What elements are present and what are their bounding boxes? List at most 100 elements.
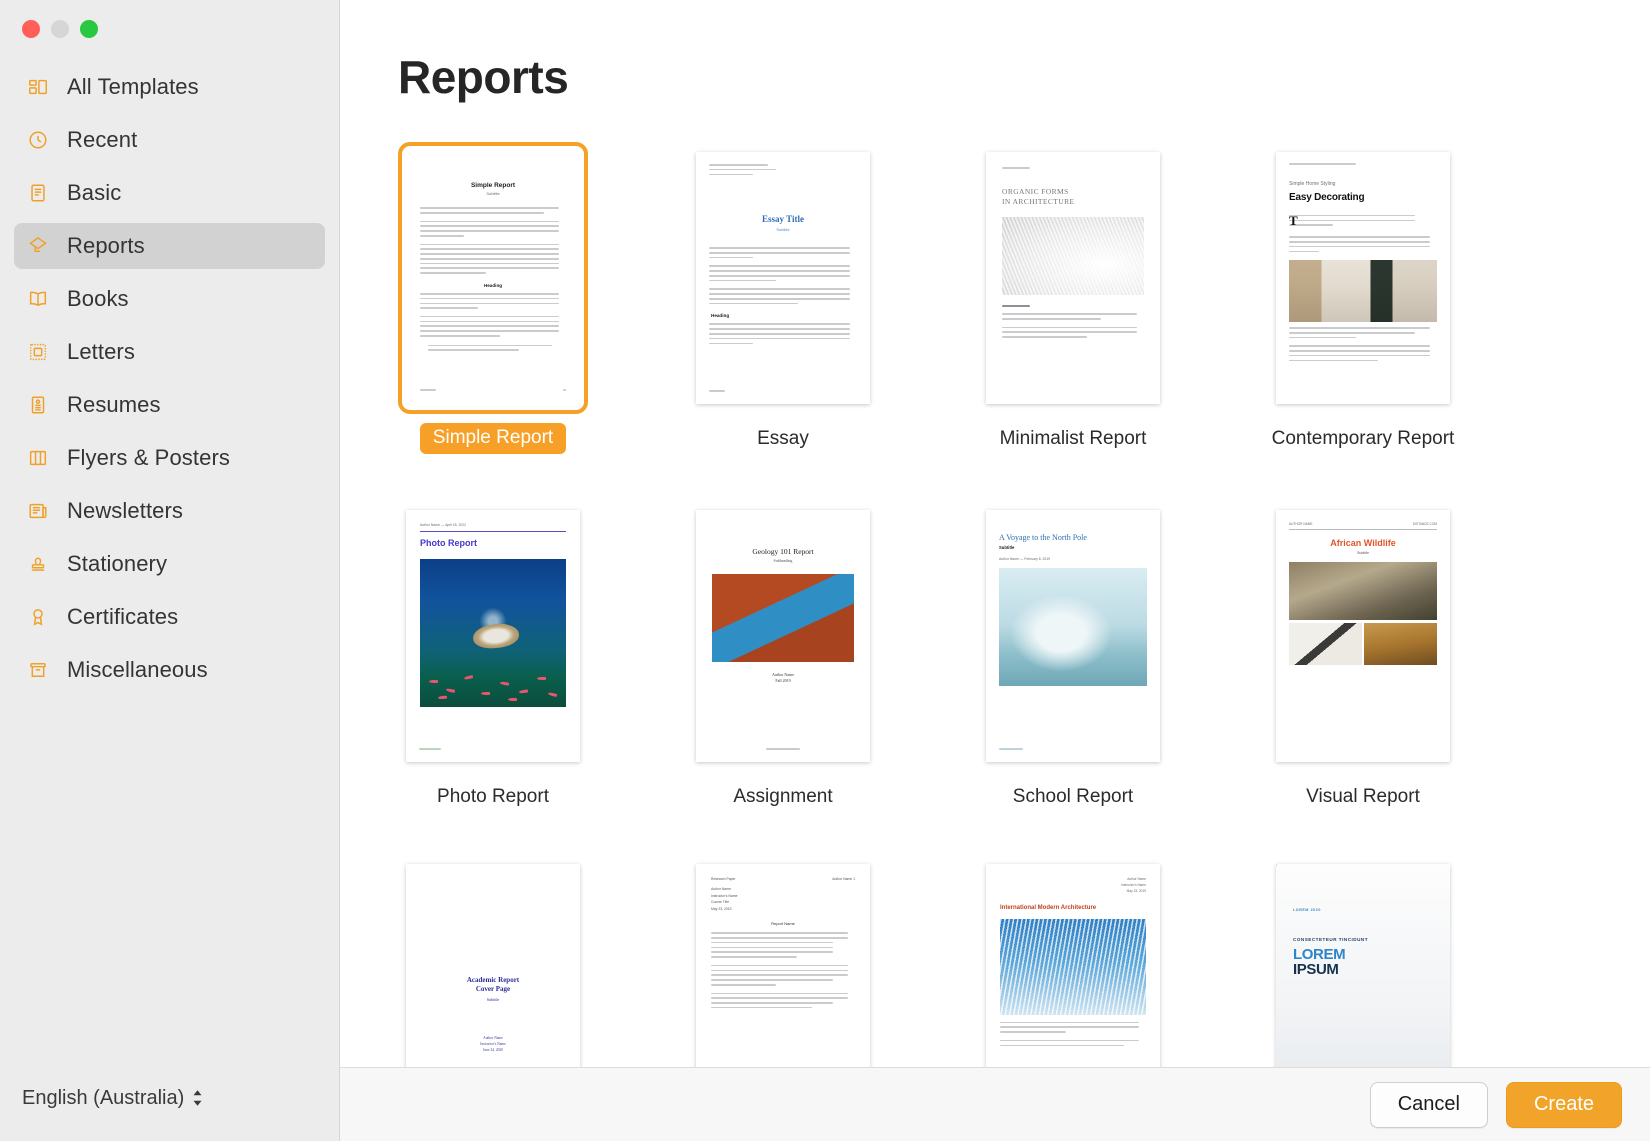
preview-meta-2: Instructor's Name: [1121, 883, 1146, 887]
sidebar-item-label: Letters: [67, 339, 135, 365]
preview-kicker: Simple Home Styling: [1289, 181, 1437, 189]
sidebar: All Templates Recent Basic: [0, 0, 340, 1141]
template-caption: Simple Report: [420, 423, 566, 454]
preview-image: [1289, 260, 1437, 322]
preview-meta-1: Author Name: [711, 887, 731, 891]
lorem-ipsum-preview: LOREM 2020 CONSECTETEUR TINCIDUNT LOREM …: [1276, 864, 1450, 1067]
preview-title-line-2: IN ARCHITECTURE: [1002, 197, 1074, 206]
preview-date: Fall 2019: [712, 678, 854, 684]
template-thumbnail[interactable]: Simple Home Styling Easy Decorating T: [1268, 142, 1458, 414]
preview-image: [1000, 919, 1146, 1015]
template-caption: Visual Report: [1306, 786, 1420, 808]
preview-meta-2: Instructor's Name: [711, 894, 737, 898]
certificate-icon: [26, 605, 50, 629]
template-caption: Contemporary Report: [1272, 428, 1455, 450]
close-window-button[interactable]: [22, 20, 40, 38]
create-button[interactable]: Create: [1506, 1082, 1622, 1128]
preview-title: Essay Title: [709, 213, 857, 227]
page-title: Reports: [340, 0, 1650, 104]
template-thumbnail[interactable]: AUTHOR NAME DISTANCE.COM African Wildlif…: [1268, 500, 1458, 772]
sidebar-item-newsletters[interactable]: Newsletters: [14, 488, 325, 534]
preview-meta-right: DISTANCE.COM: [1413, 522, 1437, 527]
preview-image-leopard: [1364, 623, 1437, 665]
preview-meta-3: Course Title: [711, 900, 729, 904]
sidebar-item-all-templates[interactable]: All Templates: [14, 64, 325, 110]
zoom-window-button[interactable]: [80, 20, 98, 38]
preview-head-right: Author Name 1: [832, 877, 855, 882]
sidebar-item-recent[interactable]: Recent: [14, 117, 325, 163]
sidebar-item-label: Books: [67, 286, 129, 312]
cancel-button[interactable]: Cancel: [1370, 1082, 1488, 1128]
preview-meta-3: May 23, 2019: [1127, 889, 1146, 893]
template-thumbnail[interactable]: LOREM 2020 CONSECTETEUR TINCIDUNT LOREM …: [1268, 854, 1458, 1067]
sidebar-item-label: Miscellaneous: [67, 657, 208, 683]
template-card-lorem-ipsum[interactable]: LOREM 2020 CONSECTETEUR TINCIDUNT LOREM …: [1268, 854, 1458, 1067]
template-thumbnail[interactable]: Author Name Instructor's Name May 23, 20…: [978, 854, 1168, 1067]
preview-title-line-1: ORGANIC FORMS: [1002, 187, 1069, 196]
sidebar-item-reports[interactable]: Reports: [14, 223, 325, 269]
contemporary-report-preview: Simple Home Styling Easy Decorating T: [1276, 152, 1450, 404]
sidebar-item-letters[interactable]: Letters: [14, 329, 325, 375]
template-card-academic-report-cover[interactable]: Academic Report Cover Page Subtitle Auth…: [398, 854, 588, 1067]
sidebar-item-label: Certificates: [67, 604, 178, 630]
sidebar-item-label: Recent: [67, 127, 137, 153]
template-thumbnail[interactable]: Academic Report Cover Page Subtitle Auth…: [398, 854, 588, 1067]
grid-row-spacer: [398, 808, 1458, 854]
preview-heading: Heading: [711, 312, 857, 319]
turtle-shape: [471, 621, 519, 650]
sidebar-item-label: Reports: [67, 233, 145, 259]
template-card-photo-report[interactable]: Author Name — April 18, 2022 Photo Repor…: [398, 500, 588, 808]
preview-title: Easy Decorating: [1289, 190, 1437, 206]
photo-report-preview: Author Name — April 18, 2022 Photo Repor…: [406, 510, 580, 762]
template-caption: School Report: [1013, 786, 1133, 808]
preview-meta-1: Author Name: [483, 1036, 503, 1040]
sidebar-item-certificates[interactable]: Certificates: [14, 594, 325, 640]
sidebar-item-flyers-posters[interactable]: Flyers & Posters: [14, 435, 325, 481]
preview-image-zebras: [1289, 623, 1362, 665]
preview-meta-3: June 24, 2020: [483, 1048, 503, 1052]
template-card-minimalist-report[interactable]: ORGANIC FORMS IN ARCHITECTURE Minimalist…: [978, 142, 1168, 454]
sidebar-item-stationery[interactable]: Stationery: [14, 541, 325, 587]
book-icon: [26, 287, 50, 311]
essay-preview: Essay Title Subtitle Heading: [696, 152, 870, 404]
template-thumbnail[interactable]: Essay Title Subtitle Heading: [688, 142, 878, 414]
template-thumbnail[interactable]: Research Paper Author Name 1 Author Name…: [688, 854, 878, 1067]
sidebar-nav: All Templates Recent Basic: [0, 56, 339, 1055]
template-thumbnail[interactable]: Author Name — April 18, 2022 Photo Repor…: [398, 500, 588, 772]
preview-meta: Author Name — February 8, 2019: [999, 557, 1147, 562]
template-thumbnail[interactable]: Simple Report Subtitle Heading: [398, 142, 588, 414]
template-card-international-modern-architecture[interactable]: Author Name Instructor's Name May 23, 20…: [978, 854, 1168, 1067]
preview-image: [1002, 217, 1144, 295]
window-traffic-lights: [0, 0, 339, 56]
template-thumbnail[interactable]: Geology 101 Report Subheading Author Nam…: [688, 500, 878, 772]
minimize-window-button[interactable]: [51, 20, 69, 38]
preview-subtitle: CONSECTETEUR TINCIDUNT: [1293, 936, 1433, 943]
template-scroll-area[interactable]: Reports Simple Report Subtitle Head: [340, 0, 1650, 1067]
template-card-essay[interactable]: Essay Title Subtitle Heading Essay: [688, 142, 878, 454]
report-icon: [26, 234, 50, 258]
preview-subtitle: Subtitle: [999, 545, 1147, 552]
template-thumbnail[interactable]: ORGANIC FORMS IN ARCHITECTURE: [978, 142, 1168, 414]
template-card-visual-report[interactable]: AUTHOR NAME DISTANCE.COM African Wildlif…: [1268, 500, 1458, 808]
template-thumbnail[interactable]: A Voyage to the North Pole Subtitle Auth…: [978, 500, 1168, 772]
template-card-research-paper[interactable]: Research Paper Author Name 1 Author Name…: [688, 854, 878, 1067]
sidebar-item-basic[interactable]: Basic: [14, 170, 325, 216]
preview-image-lemurs: [1289, 562, 1437, 620]
main-panel: Reports Simple Report Subtitle Head: [340, 0, 1650, 1141]
sidebar-item-resumes[interactable]: Resumes: [14, 382, 325, 428]
sidebar-item-label: Newsletters: [67, 498, 183, 524]
sidebar-item-miscellaneous[interactable]: Miscellaneous: [14, 647, 325, 693]
template-card-contemporary-report[interactable]: Simple Home Styling Easy Decorating T: [1268, 142, 1458, 454]
template-card-simple-report[interactable]: Simple Report Subtitle Heading: [398, 142, 588, 454]
preview-title: International Modern Architecture: [1000, 904, 1146, 913]
dialog-footer: Cancel Create: [340, 1067, 1650, 1141]
assignment-preview: Geology 101 Report Subheading Author Nam…: [696, 510, 870, 762]
template-card-school-report[interactable]: A Voyage to the North Pole Subtitle Auth…: [978, 500, 1168, 808]
language-selector[interactable]: English (Australia): [0, 1055, 339, 1141]
resume-icon: [26, 393, 50, 417]
preview-title-line-1: Academic Report: [467, 976, 519, 984]
sidebar-item-books[interactable]: Books: [14, 276, 325, 322]
template-card-assignment[interactable]: Geology 101 Report Subheading Author Nam…: [688, 500, 878, 808]
template-caption: Photo Report: [437, 786, 549, 808]
minimalist-report-preview: ORGANIC FORMS IN ARCHITECTURE: [986, 152, 1160, 404]
